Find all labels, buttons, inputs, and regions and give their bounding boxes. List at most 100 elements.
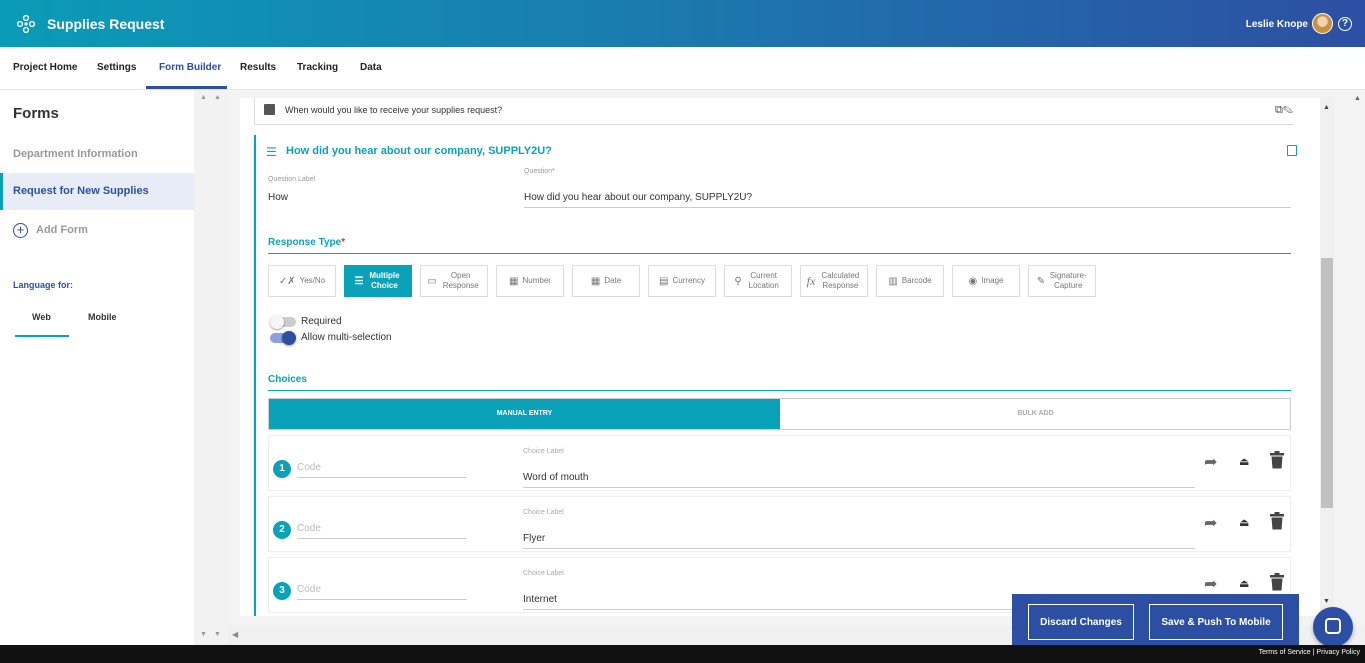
- choice-number: 2: [273, 521, 291, 539]
- add-form-icon[interactable]: +: [13, 223, 28, 238]
- tab-project-home[interactable]: Project Home: [13, 62, 77, 73]
- response-type-current-location[interactable]: ⚲ Current Location: [724, 265, 792, 297]
- multi-selection-label: Allow multi-selection: [301, 332, 392, 343]
- open-response-icon: ▭: [427, 275, 437, 287]
- choice-entry-tabs: MANUAL ENTRY BULK ADD: [268, 398, 1291, 430]
- section-divider: [268, 390, 1291, 391]
- add-form-button[interactable]: Add Form: [36, 224, 88, 236]
- tab-data[interactable]: Data: [360, 62, 382, 73]
- required-label: Required: [301, 316, 342, 327]
- sidebar-item-label: Request for New Supplies: [13, 185, 149, 197]
- trash-icon[interactable]: [1270, 451, 1284, 469]
- response-type-currency[interactable]: ▤ Currency: [648, 265, 716, 297]
- pen-icon: ✎: [1036, 275, 1046, 287]
- tab-bulk-add[interactable]: BULK ADD: [780, 399, 1291, 429]
- code-input[interactable]: Code: [297, 523, 321, 534]
- skip-logic-arrow-icon[interactable]: ➦: [1204, 513, 1217, 533]
- chat-icon: [1325, 618, 1341, 634]
- user-name[interactable]: Leslie Knope: [1246, 19, 1308, 30]
- scroll-down-icon[interactable]: ▼: [214, 631, 221, 638]
- list-icon: ☰: [266, 145, 277, 159]
- choice-label-underline: [523, 548, 1195, 549]
- chat-button[interactable]: [1313, 607, 1353, 647]
- date-icon: ▦: [590, 275, 601, 287]
- tab-form-builder[interactable]: Form Builder: [159, 62, 221, 73]
- scroll-left-icon[interactable]: ◀: [232, 630, 238, 639]
- move-up-icon[interactable]: ⏏: [1239, 577, 1249, 590]
- tab-results[interactable]: Results: [240, 62, 276, 73]
- skip-logic-arrow-icon[interactable]: ➦: [1204, 452, 1217, 472]
- app-header: Supplies Request Leslie Knope ?: [0, 0, 1365, 47]
- response-type-yes-no[interactable]: ✓✗ Yes/No: [268, 265, 336, 297]
- function-icon: fx: [806, 273, 816, 288]
- scrollbar-thumb[interactable]: [1321, 258, 1333, 508]
- response-type-date[interactable]: ▦ Date: [572, 265, 640, 297]
- required-toggle[interactable]: [270, 315, 296, 329]
- number-icon: ▦: [509, 275, 519, 287]
- multiple-choice-icon: ☰: [354, 275, 364, 287]
- section-divider: [268, 253, 1291, 254]
- copy-icon[interactable]: [1287, 145, 1297, 156]
- scroll-down-icon[interactable]: ▼: [1323, 598, 1330, 605]
- terms-link[interactable]: Terms of Service: [1259, 649, 1311, 656]
- trash-icon[interactable]: [1270, 573, 1284, 591]
- skip-logic-arrow-icon[interactable]: ➦: [1204, 574, 1217, 594]
- choice-label-input[interactable]: Word of mouth: [523, 472, 588, 483]
- copy-edit-icon[interactable]: ⧉✎: [1275, 104, 1293, 117]
- scroll-up-icon[interactable]: ▲: [1323, 104, 1330, 111]
- sidebar-title: Forms: [13, 105, 59, 122]
- choice-label-input[interactable]: Flyer: [523, 533, 545, 544]
- move-up-icon[interactable]: ⏏: [1239, 455, 1249, 468]
- response-type-signature-capture[interactable]: ✎ Signature-Capture: [1028, 265, 1096, 297]
- trash-icon[interactable]: [1270, 512, 1284, 530]
- scroll-down-icon[interactable]: ▼: [200, 631, 207, 638]
- discard-changes-button[interactable]: Discard Changes: [1028, 604, 1134, 640]
- question-input-underline: [524, 207, 1291, 208]
- active-question: ☰ How did you hear about our company, SU…: [254, 135, 1320, 616]
- choices-title: Choices: [268, 374, 307, 385]
- currency-icon: ▤: [659, 275, 669, 287]
- app-title: Supplies Request: [47, 16, 165, 32]
- tab-manual-entry[interactable]: MANUAL ENTRY: [269, 399, 780, 429]
- tab-tracking[interactable]: Tracking: [297, 62, 338, 73]
- sidebar-scrollbar[interactable]: ▲ ▲ ▼ ▼: [194, 90, 228, 645]
- help-icon[interactable]: ?: [1338, 17, 1352, 31]
- question-label-input[interactable]: How: [268, 192, 288, 203]
- collapsed-question-text: When would you like to receive your supp…: [285, 105, 503, 115]
- tab-settings[interactable]: Settings: [97, 62, 136, 73]
- privacy-link[interactable]: Privacy Policy: [1316, 649, 1360, 656]
- move-up-icon[interactable]: ⏏: [1239, 516, 1249, 529]
- code-input[interactable]: Code: [297, 462, 321, 473]
- code-input[interactable]: Code: [297, 584, 321, 595]
- avatar[interactable]: [1312, 13, 1333, 34]
- choice-label-input[interactable]: Internet: [523, 594, 557, 605]
- question-title: How did you hear about our company, SUPP…: [286, 145, 552, 157]
- page-scroll-up-icon[interactable]: ▲: [1354, 95, 1361, 102]
- camera-icon: ◉: [968, 275, 978, 287]
- choice-number: 3: [273, 582, 291, 600]
- editor-scrollbar[interactable]: ▲ ▼: [1320, 98, 1334, 616]
- response-type-calculated-response[interactable]: fx Calculated Response: [800, 265, 868, 297]
- scroll-up-icon[interactable]: ▲: [200, 94, 207, 101]
- question-label-caption: Question Label: [268, 176, 316, 183]
- sidebar-item-department-information[interactable]: Department Information: [13, 148, 138, 160]
- main-nav: Project Home Settings Form Builder Resul…: [0, 47, 1365, 90]
- sidebar-item-request-for-new-supplies[interactable]: Request for New Supplies: [0, 173, 194, 210]
- question-input[interactable]: How did you hear about our company, SUPP…: [524, 192, 752, 203]
- action-panel: Discard Changes Save & Push To Mobile: [1012, 594, 1299, 645]
- response-type-multiple-choice[interactable]: ☰ Multiple Choice: [344, 265, 412, 297]
- footer-bar: Terms of Service | Privacy Policy: [0, 645, 1365, 663]
- language-tab-mobile[interactable]: Mobile: [88, 312, 117, 322]
- response-type-open-response[interactable]: ▭ Open Response: [420, 265, 488, 297]
- forms-sidebar: Forms Department Information Request for…: [0, 90, 194, 645]
- calendar-icon: [264, 104, 275, 115]
- choice-label-caption: Choice Label: [523, 570, 564, 577]
- save-push-button[interactable]: Save & Push To Mobile: [1149, 604, 1283, 640]
- collapsed-question[interactable]: When would you like to receive your supp…: [254, 98, 1294, 125]
- response-type-barcode[interactable]: ▥ Barcode: [876, 265, 944, 297]
- multi-selection-toggle[interactable]: [270, 331, 296, 345]
- response-type-image[interactable]: ◉ Image: [952, 265, 1020, 297]
- response-type-number[interactable]: ▦ Number: [496, 265, 564, 297]
- scroll-up-icon[interactable]: ▲: [214, 94, 221, 101]
- language-tab-web[interactable]: Web: [32, 312, 51, 322]
